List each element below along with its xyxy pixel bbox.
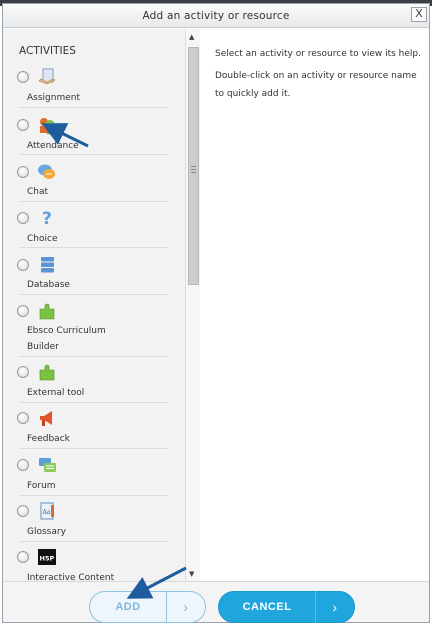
item-label: Chat [27, 187, 49, 197]
megaphone-icon [37, 408, 57, 428]
choice-icon: ? [37, 208, 57, 229]
item-label: Forum [27, 481, 56, 491]
divider [19, 107, 169, 108]
scroll-thumb[interactable] [188, 47, 199, 285]
cancel-button-label: CANCEL [242, 601, 292, 613]
activities-heading: ACTIVITIES [19, 45, 76, 57]
close-button[interactable]: X [411, 7, 427, 22]
item-label: Choice [27, 234, 58, 244]
grip-line [191, 172, 196, 173]
add-button[interactable]: ADD › [89, 591, 206, 623]
radio-glossary[interactable] [17, 505, 29, 517]
help-text-line3: to quickly add it. [215, 89, 291, 99]
puzzle-icon [37, 362, 57, 382]
h5p-icon: H5P [37, 547, 57, 567]
h5p-text: H5P [40, 555, 55, 563]
divider [19, 541, 169, 542]
dialog-titlebar: Add an activity or resource X [3, 4, 429, 28]
chevron-right-icon: › [183, 599, 189, 615]
divider [19, 201, 169, 202]
scroll-down-arrow-icon[interactable]: ▼ [189, 570, 194, 578]
item-label-line2: Builder [27, 342, 59, 352]
svg-text:?: ? [42, 209, 52, 228]
radio-forum[interactable] [17, 459, 29, 471]
assignment-icon [37, 67, 57, 87]
puzzle-icon [37, 301, 57, 321]
chevron-right-icon: › [332, 599, 338, 615]
item-label: External tool [27, 388, 85, 398]
radio-assignment[interactable] [17, 71, 29, 83]
item-label: Feedback [27, 434, 70, 444]
divider [19, 448, 169, 449]
item-label: Database [27, 280, 70, 290]
grip-line [191, 166, 196, 167]
dialog-title: Add an activity or resource [142, 10, 290, 22]
attendance-icon [37, 115, 57, 135]
grip-line [191, 169, 196, 170]
divider [19, 294, 169, 295]
glossary-icon: Aa [37, 501, 57, 521]
radio-attendance[interactable] [17, 119, 29, 131]
cancel-button[interactable]: CANCEL › [218, 591, 355, 623]
item-label: Glossary [27, 527, 66, 537]
radio-external-tool[interactable] [17, 366, 29, 378]
dialog-footer: ADD › CANCEL › [3, 581, 429, 623]
item-label: Ebsco Curriculum [27, 326, 106, 336]
svg-text:Aa: Aa [42, 509, 51, 516]
divider [19, 495, 169, 496]
item-label: Assignment [27, 93, 80, 103]
divider [19, 154, 169, 155]
database-icon [37, 255, 57, 275]
radio-chat[interactable] [17, 166, 29, 178]
scroll-up-arrow-icon[interactable]: ▲ [189, 33, 194, 41]
divider [19, 247, 169, 248]
forum-icon [37, 455, 57, 475]
help-text-line2: Double-click on an activity or resource … [215, 71, 417, 81]
radio-database[interactable] [17, 259, 29, 271]
radio-ebsco[interactable] [17, 305, 29, 317]
help-pane: Select an activity or resource to view i… [201, 29, 429, 582]
activity-list-pane: ACTIVITIES Assignment Attendance Chat ? … [3, 29, 200, 582]
add-button-label: ADD [115, 601, 141, 613]
add-activity-dialog: Add an activity or resource X ACTIVITIES… [2, 3, 430, 623]
divider [19, 356, 169, 357]
activity-list-scrollbar[interactable]: ▲ ▼ [185, 29, 200, 582]
help-text-line1: Select an activity or resource to view i… [215, 49, 421, 59]
chat-icon [37, 162, 57, 182]
item-label: Attendance [27, 141, 79, 151]
radio-interactive-content[interactable] [17, 551, 29, 563]
radio-choice[interactable] [17, 212, 29, 224]
divider [19, 402, 169, 403]
radio-feedback[interactable] [17, 412, 29, 424]
